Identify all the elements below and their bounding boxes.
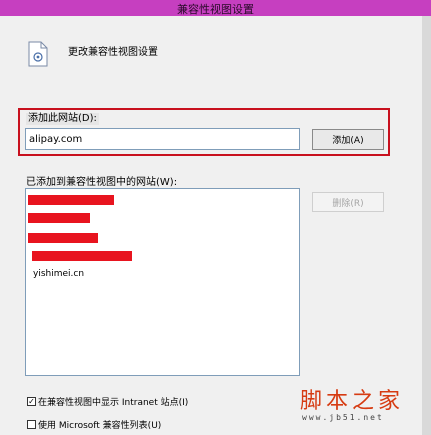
intranet-option[interactable]: ✓ 在兼容性视图中显示 Intranet 站点(I) xyxy=(27,395,188,408)
header-title: 更改兼容性视图设置 xyxy=(68,47,158,58)
add-site-input[interactable] xyxy=(25,128,300,150)
intranet-checkbox[interactable]: ✓ xyxy=(27,397,36,406)
add-site-label: 添加此网站(D): xyxy=(26,113,99,125)
site-list-item[interactable]: yishimei.cn xyxy=(33,269,84,279)
redacted-entry[interactable] xyxy=(32,251,132,261)
compat-view-dialog: 兼容性视图设置 更改兼容性视图设置 添加此网站(D): 添加(A) 已添加到兼容… xyxy=(0,0,431,435)
redacted-entry[interactable] xyxy=(28,195,114,205)
title-bar[interactable]: 兼容性视图设置 xyxy=(0,0,431,16)
ms-list-option[interactable]: 使用 Microsoft 兼容性列表(U) xyxy=(27,418,161,431)
window-edge xyxy=(422,16,431,435)
redacted-entry[interactable] xyxy=(28,213,90,223)
document-settings-icon xyxy=(28,41,48,67)
ms-list-checkbox[interactable] xyxy=(27,420,36,429)
window-title: 兼容性视图设置 xyxy=(177,3,254,16)
redacted-entry[interactable] xyxy=(28,233,98,243)
intranet-label: 在兼容性视图中显示 Intranet 站点(I) xyxy=(38,398,189,408)
add-button[interactable]: 添加(A) xyxy=(312,129,384,150)
watermark: 脚本之家 www.jb51.net xyxy=(296,383,426,423)
remove-button[interactable]: 删除(R) xyxy=(312,192,384,212)
watermark-title: 脚本之家 xyxy=(300,389,405,414)
site-list[interactable]: yishimei.cn xyxy=(25,188,300,376)
site-list-label: 已添加到兼容性视图中的网站(W): xyxy=(26,177,178,188)
ms-list-label: 使用 Microsoft 兼容性列表(U) xyxy=(38,421,162,431)
watermark-url: www.jb51.net xyxy=(302,413,384,422)
